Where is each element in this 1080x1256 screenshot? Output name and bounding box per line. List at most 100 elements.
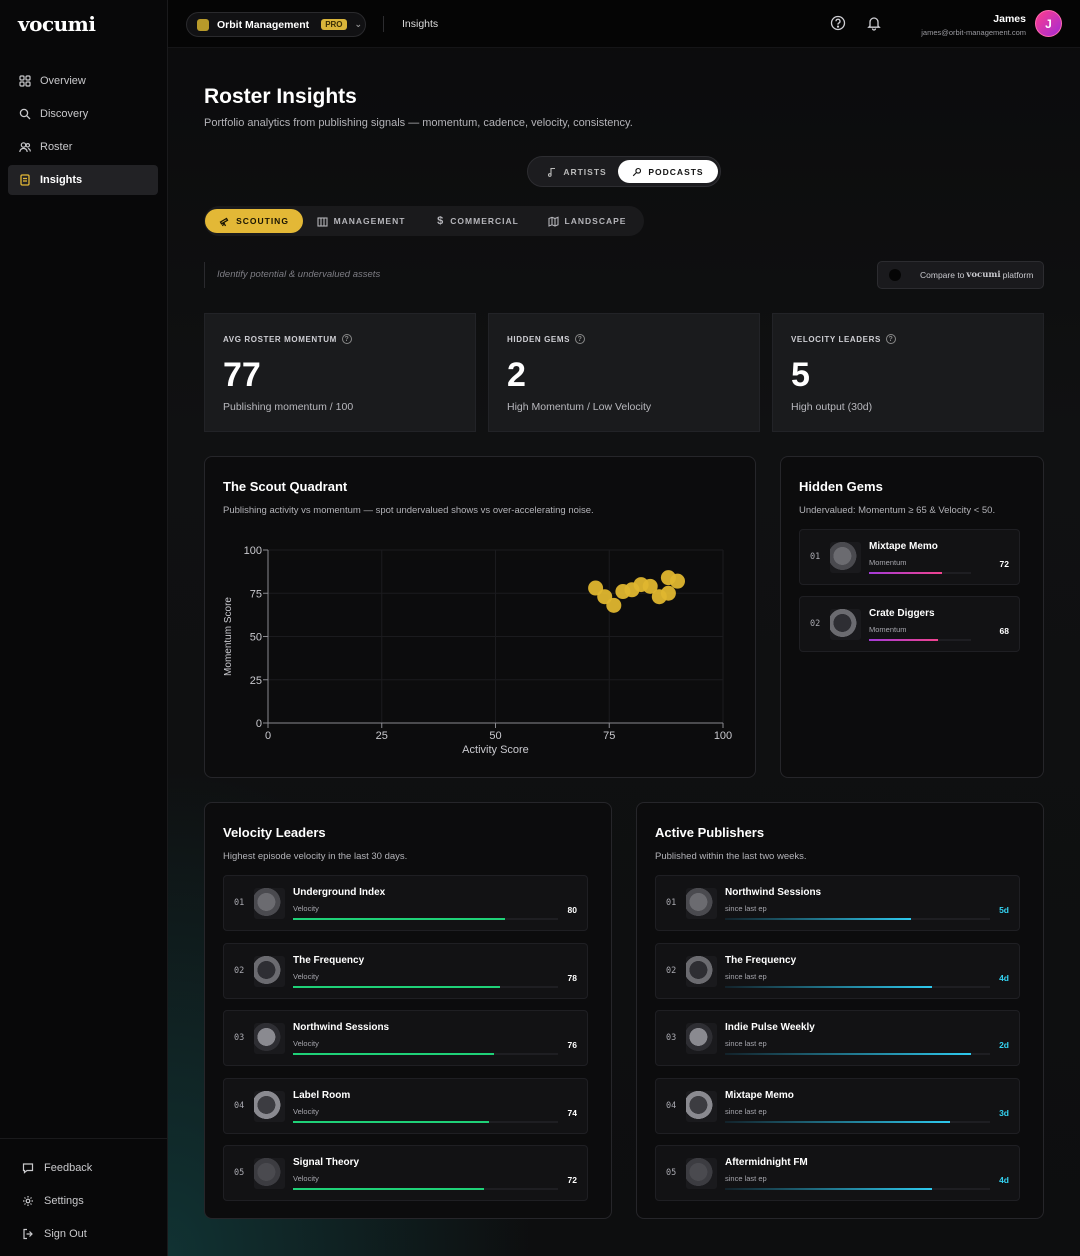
tab-commercial[interactable]: $ COMMERCIAL bbox=[432, 209, 524, 233]
insight-tabs: SCOUTING MANAGEMENT $ COMMERCIAL LANDSCA… bbox=[204, 206, 644, 236]
row-value: 4d bbox=[999, 972, 1009, 983]
list-item[interactable]: 05 Aftermidnight FM since last ep 4d bbox=[655, 1145, 1020, 1201]
compare-suffix: platform bbox=[1002, 270, 1034, 280]
tab-landscape[interactable]: LANDSCAPE bbox=[544, 209, 630, 233]
stat-card-avg-momentum: AVG ROSTER MOMENTUM? 77 Publishing momen… bbox=[204, 313, 476, 432]
help-icon[interactable]: ? bbox=[885, 334, 896, 344]
velocity-leaders-panel: Velocity Leaders Highest episode velocit… bbox=[204, 802, 612, 1219]
panel-title: Active Publishers bbox=[655, 825, 765, 840]
stat-label: HIDDEN GEMS? bbox=[507, 334, 586, 344]
podcasts-toggle[interactable]: PODCASTS bbox=[618, 160, 718, 183]
org-switcher[interactable]: Orbit Management PRO ⌄ bbox=[186, 12, 366, 37]
gear-icon bbox=[22, 1195, 36, 1207]
help-icon[interactable] bbox=[830, 15, 846, 36]
sidebar-item-discovery[interactable]: Discovery bbox=[8, 99, 158, 129]
row-value: 76 bbox=[567, 1040, 577, 1050]
progress-fill bbox=[725, 1120, 951, 1123]
list-item[interactable]: 01 Underground Index Velocity 80 bbox=[223, 875, 588, 931]
help-icon[interactable]: ? bbox=[575, 334, 586, 344]
list-item[interactable]: 05 Signal Theory Velocity 72 bbox=[223, 1145, 588, 1201]
stat-label: AVG ROSTER MOMENTUM? bbox=[223, 334, 352, 344]
tab-scouting[interactable]: SCOUTING bbox=[205, 209, 303, 233]
sidebar-item-roster[interactable]: Roster bbox=[8, 132, 158, 162]
progress-fill bbox=[725, 918, 911, 920]
row-meta: Velocity bbox=[293, 971, 319, 981]
progress-fill bbox=[293, 1053, 495, 1055]
progress-track bbox=[869, 572, 971, 574]
podcast-cover-image bbox=[686, 1023, 717, 1054]
grid-icon bbox=[18, 74, 32, 88]
panel-subtitle: Published within the last two weeks. bbox=[655, 851, 807, 862]
feedback-label: Feedback bbox=[44, 1161, 93, 1174]
row-name: Northwind Sessions bbox=[725, 887, 822, 898]
row-name: The Frequency bbox=[725, 954, 797, 966]
app-logo[interactable]: vocumi bbox=[18, 12, 96, 36]
list-item[interactable]: 02 Crate Diggers Momentum 68 bbox=[799, 596, 1020, 652]
list-item[interactable]: 02 The Frequency since last ep 4d bbox=[655, 942, 1020, 999]
progress-track bbox=[725, 985, 990, 988]
row-name: Northwind Sessions bbox=[293, 1022, 390, 1033]
list-item[interactable]: 04 Label Room Velocity 74 bbox=[223, 1077, 588, 1134]
tab-label: LANDSCAPE bbox=[564, 216, 627, 226]
sidebar-item-overview[interactable]: Overview bbox=[8, 66, 158, 96]
list-item[interactable]: 03 Northwind Sessions Velocity 76 bbox=[223, 1010, 588, 1066]
breadcrumb: Insights bbox=[402, 18, 439, 30]
progress-track bbox=[725, 1188, 990, 1190]
row-meta: since last ep bbox=[725, 1106, 767, 1116]
avatar[interactable]: J bbox=[1035, 10, 1062, 37]
compare-platform-toggle[interactable]: Compare to vocumi platform bbox=[877, 261, 1044, 289]
progress-fill bbox=[293, 1120, 490, 1123]
tab-management[interactable]: MANAGEMENT bbox=[311, 209, 411, 233]
progress-track bbox=[293, 1120, 558, 1123]
sidebar-nav: Overview Discovery Roster Insights bbox=[8, 66, 158, 198]
list-item[interactable]: 01 Mixtape Memo Momentum 72 bbox=[799, 529, 1020, 585]
scout-quadrant-panel: The Scout Quadrant Publishing activity v… bbox=[204, 456, 756, 778]
settings-label: Settings bbox=[44, 1194, 84, 1207]
progress-fill bbox=[293, 1188, 484, 1190]
podcast-cover-image bbox=[686, 1090, 717, 1122]
row-rank: 04 bbox=[666, 1100, 677, 1111]
progress-fill bbox=[725, 985, 932, 988]
row-value: 72 bbox=[999, 559, 1009, 569]
org-icon bbox=[197, 18, 209, 31]
list-item[interactable]: 02 The Frequency Velocity 78 bbox=[223, 942, 588, 999]
list-item[interactable]: 03 Indie Pulse Weekly since last ep 2d bbox=[655, 1010, 1020, 1066]
artists-label: ARTISTS bbox=[563, 166, 607, 177]
section-hint: Identify potential & undervalued assets bbox=[217, 269, 381, 280]
search-icon bbox=[18, 107, 32, 121]
page-title: Roster Insights bbox=[204, 85, 357, 108]
row-meta: since last ep bbox=[725, 904, 767, 913]
scatter-point bbox=[660, 585, 676, 601]
top-bar: Orbit Management PRO ⌄ Insights James ja… bbox=[168, 0, 1080, 48]
toggle-switch[interactable] bbox=[889, 269, 901, 281]
feedback-button[interactable]: Feedback bbox=[0, 1151, 168, 1184]
sidebar-item-insights[interactable]: Insights bbox=[8, 165, 158, 195]
help-icon[interactable]: ? bbox=[341, 334, 352, 344]
sign-out-button[interactable]: Sign Out bbox=[0, 1217, 168, 1250]
content-type-toggle: ARTISTS PODCASTS bbox=[527, 156, 721, 187]
row-name: Aftermidnight FM bbox=[725, 1157, 808, 1168]
breadcrumb-divider bbox=[383, 16, 384, 32]
artists-toggle[interactable]: ARTISTS bbox=[534, 160, 620, 183]
stat-label-text: VELOCITY LEADERS bbox=[791, 334, 881, 344]
panel-subtitle: Undervalued: Momentum ≥ 65 & Velocity < … bbox=[799, 505, 996, 516]
stat-value: 2 bbox=[507, 356, 526, 394]
bell-icon[interactable] bbox=[866, 15, 882, 36]
scatter-point bbox=[670, 573, 685, 589]
podcast-cover-image bbox=[830, 609, 861, 640]
row-name: Label Room bbox=[293, 1089, 351, 1101]
building-icon bbox=[317, 216, 328, 227]
progress-fill bbox=[293, 918, 505, 920]
panel-subtitle: Highest episode velocity in the last 30 … bbox=[223, 851, 408, 862]
list-item[interactable]: 01 Northwind Sessions since last ep 5d bbox=[655, 875, 1020, 931]
row-rank: 02 bbox=[810, 619, 821, 629]
user-name: James bbox=[993, 13, 1026, 25]
row-rank: 02 bbox=[234, 965, 245, 976]
list-item[interactable]: 04 Mixtape Memo since last ep 3d bbox=[655, 1077, 1020, 1134]
row-value: 3d bbox=[999, 1107, 1009, 1118]
stat-value: 5 bbox=[791, 356, 810, 394]
compare-prefix: Compare to bbox=[920, 270, 965, 280]
podcast-cover-image bbox=[254, 1023, 285, 1054]
settings-button[interactable]: Settings bbox=[0, 1184, 168, 1217]
pro-badge: PRO bbox=[321, 19, 347, 30]
